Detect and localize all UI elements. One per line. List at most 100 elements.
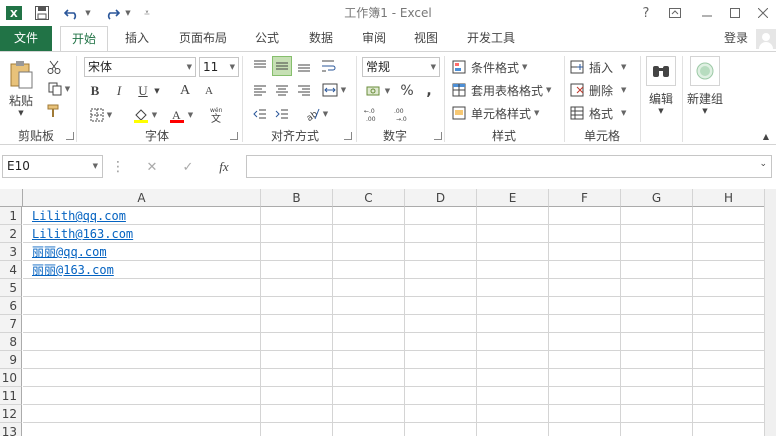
tab-page-layout[interactable]: 页面布局 — [172, 26, 234, 52]
decrease-indent-icon[interactable] — [250, 104, 270, 124]
cell-d9[interactable] — [405, 351, 477, 369]
cell-f3[interactable] — [549, 243, 621, 261]
align-bottom-icon[interactable] — [294, 56, 314, 76]
minimize-icon[interactable] — [696, 0, 718, 26]
paste-button-label[interactable]: 粘贴 — [4, 92, 38, 108]
undo-dropdown-icon[interactable]: ▼ — [84, 0, 92, 26]
cell-a7[interactable] — [23, 315, 261, 333]
cell-h13[interactable] — [693, 423, 765, 436]
cell-f6[interactable] — [549, 297, 621, 315]
cell-b5[interactable] — [261, 279, 333, 297]
number-format-combo[interactable]: 常规 ▼ — [362, 57, 440, 77]
cell-c10[interactable] — [333, 369, 405, 387]
row-header[interactable]: 11 — [0, 387, 22, 405]
cell-b9[interactable] — [261, 351, 333, 369]
editing-dropdown-icon[interactable]: ▼ — [644, 106, 678, 116]
cell-c12[interactable] — [333, 405, 405, 423]
tab-insert[interactable]: 插入 — [114, 26, 160, 52]
cell-e4[interactable] — [477, 261, 549, 279]
cell-g2[interactable] — [621, 225, 693, 243]
font-name-combo[interactable]: 宋体 ▼ — [84, 57, 196, 77]
row-header[interactable]: 6 — [0, 297, 22, 315]
cell-d5[interactable] — [405, 279, 477, 297]
insert-function-button[interactable]: fx — [210, 157, 238, 177]
row-header[interactable]: 13 — [0, 423, 22, 436]
orientation-icon[interactable]: ab ▼ — [300, 104, 332, 124]
underline-button[interactable]: U — [134, 82, 152, 100]
row-header[interactable]: 5 — [0, 279, 22, 297]
new-group-button-label[interactable]: 新建组 — [684, 90, 726, 106]
cell-h5[interactable] — [693, 279, 765, 297]
cell-g12[interactable] — [621, 405, 693, 423]
cell-e2[interactable] — [477, 225, 549, 243]
percent-style-button[interactable]: % — [398, 82, 416, 100]
cell-f4[interactable] — [549, 261, 621, 279]
cell-g4[interactable] — [621, 261, 693, 279]
clipboard-dialog-launcher-icon[interactable] — [66, 132, 74, 140]
enter-entry-button[interactable]: ✓ — [174, 157, 202, 177]
customize-qat-icon[interactable]: ⩡ — [140, 0, 154, 26]
cell-b12[interactable] — [261, 405, 333, 423]
name-box[interactable]: E10 ▼ — [2, 155, 103, 178]
new-group-dropdown-icon[interactable]: ▼ — [684, 106, 726, 116]
cell-e3[interactable] — [477, 243, 549, 261]
row-header[interactable]: 4 — [0, 261, 22, 279]
cell-a8[interactable] — [23, 333, 261, 351]
cell-e13[interactable] — [477, 423, 549, 436]
cell-a3-hyperlink[interactable]: 丽丽@qq.com — [32, 243, 107, 261]
row-header[interactable]: 10 — [0, 369, 22, 387]
redo-dropdown-icon[interactable]: ▼ — [124, 0, 132, 26]
decrease-decimal-icon[interactable]: .00 →.0 — [392, 104, 416, 124]
cell-c5[interactable] — [333, 279, 405, 297]
collapse-ribbon-icon[interactable]: ▲ — [760, 130, 772, 142]
more-options-icon[interactable]: ⋮ — [111, 157, 125, 177]
cell-f10[interactable] — [549, 369, 621, 387]
maximize-icon[interactable] — [724, 0, 746, 26]
align-top-icon[interactable] — [250, 56, 270, 76]
comma-style-button[interactable]: , — [420, 82, 438, 100]
tab-file[interactable]: 文件 — [0, 26, 52, 52]
column-header-f[interactable]: F — [549, 189, 621, 207]
column-header-e[interactable]: E — [477, 189, 549, 207]
delete-cells-button[interactable]: 删除 ▼ — [570, 80, 636, 100]
merge-center-icon[interactable]: ▼ — [318, 80, 350, 100]
column-header-c[interactable]: C — [333, 189, 405, 207]
cell-f11[interactable] — [549, 387, 621, 405]
cell-e12[interactable] — [477, 405, 549, 423]
row-header[interactable]: 9 — [0, 351, 22, 369]
align-middle-icon[interactable] — [272, 56, 292, 76]
row-header[interactable]: 7 — [0, 315, 22, 333]
format-as-table-button[interactable]: 套用表格格式 ▼ — [452, 80, 556, 100]
cell-h11[interactable] — [693, 387, 765, 405]
cell-d10[interactable] — [405, 369, 477, 387]
cell-f13[interactable] — [549, 423, 621, 436]
cell-h7[interactable] — [693, 315, 765, 333]
cell-styles-button[interactable]: 单元格样式 ▼ — [452, 103, 548, 123]
cell-a2-hyperlink[interactable]: Lilith@163.com — [32, 225, 133, 243]
cell-d7[interactable] — [405, 315, 477, 333]
cell-g3[interactable] — [621, 243, 693, 261]
cell-c7[interactable] — [333, 315, 405, 333]
conditional-formatting-button[interactable]: 条件格式 ▼ — [452, 57, 552, 77]
editing-button-label[interactable]: 编辑 — [644, 90, 678, 106]
cell-e1[interactable] — [477, 207, 549, 225]
ribbon-display-options-icon[interactable] — [664, 0, 686, 26]
font-dialog-launcher-icon[interactable] — [230, 132, 238, 140]
cell-c4[interactable] — [333, 261, 405, 279]
cell-d6[interactable] — [405, 297, 477, 315]
cell-d3[interactable] — [405, 243, 477, 261]
cell-b4[interactable] — [261, 261, 333, 279]
increase-indent-icon[interactable] — [272, 104, 292, 124]
align-right-icon[interactable] — [294, 80, 314, 100]
cell-h6[interactable] — [693, 297, 765, 315]
save-icon[interactable] — [32, 0, 52, 26]
underline-dropdown-icon[interactable]: ▼ — [152, 82, 162, 100]
expand-formula-bar-icon[interactable]: ⌄ — [759, 159, 767, 169]
cell-g10[interactable] — [621, 369, 693, 387]
cell-h2[interactable] — [693, 225, 765, 243]
cell-f7[interactable] — [549, 315, 621, 333]
vertical-scrollbar[interactable] — [764, 189, 776, 436]
cell-g11[interactable] — [621, 387, 693, 405]
binoculars-icon[interactable] — [646, 56, 676, 86]
cell-e11[interactable] — [477, 387, 549, 405]
